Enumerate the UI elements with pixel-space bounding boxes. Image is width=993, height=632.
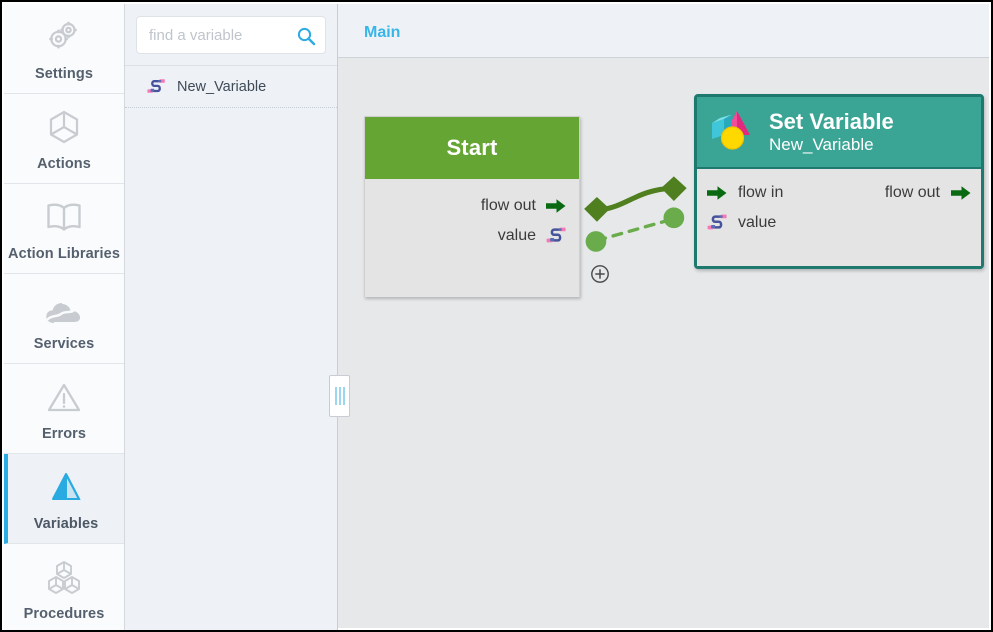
node-subtitle: New_Variable	[769, 134, 874, 154]
sidebar-item-label: Errors	[41, 426, 87, 442]
sidebar-item-action-libraries[interactable]: Action Libraries	[4, 184, 124, 274]
variable-icon[interactable]	[544, 225, 568, 247]
search-icon[interactable]	[296, 26, 316, 46]
cloud-icon	[43, 285, 85, 327]
variables-panel: New_Variable	[125, 4, 338, 630]
panel-resize-handle[interactable]	[329, 375, 350, 417]
left-navigation-sidebar: Settings Actions Action Libraries Servic…	[4, 4, 125, 630]
port-value-in[interactable]: value	[705, 208, 973, 238]
sidebar-item-label: Actions	[37, 156, 91, 172]
variable-icon[interactable]	[705, 212, 729, 234]
variable-icon	[145, 76, 167, 98]
plus-circle-icon[interactable]	[590, 264, 610, 284]
node-body: flow out value	[365, 179, 579, 297]
sidebar-item-label: Variables	[33, 516, 99, 532]
node-set-variable[interactable]: Set Variable New_Variable flow in flow o…	[694, 94, 984, 269]
handle-bar	[338, 387, 341, 405]
flow-connection	[584, 176, 687, 222]
flow-arrow-icon[interactable]	[949, 182, 973, 204]
node-title: Set Variable	[769, 108, 894, 134]
node-header: Set Variable New_Variable	[697, 97, 981, 169]
pyramid-icon	[46, 465, 86, 507]
sidebar-item-settings[interactable]: Settings	[4, 4, 124, 94]
flow-arrow-icon[interactable]	[705, 182, 729, 204]
tab-main[interactable]: Main	[364, 24, 400, 42]
canvas-area: Main Start flow out value Set Variable N…	[338, 4, 989, 628]
handle-bar	[334, 387, 337, 405]
port-flow-in[interactable]: flow in	[705, 182, 783, 204]
sidebar-item-label: Settings	[35, 66, 93, 82]
port-row-flow: flow in flow out	[705, 178, 973, 208]
gears-icon	[44, 15, 84, 57]
book-icon	[43, 195, 85, 237]
node-start[interactable]: Start flow out value	[364, 116, 580, 297]
node-title: Start	[446, 135, 498, 160]
port-label: flow out	[884, 184, 940, 201]
canvas-header: Main	[338, 4, 989, 58]
port-flow-out[interactable]: flow out	[365, 191, 579, 221]
search-container	[125, 4, 337, 65]
flow-arrow-icon[interactable]	[544, 195, 568, 217]
port-label: flow in	[738, 184, 784, 201]
variable-name: New_Variable	[177, 78, 267, 95]
port-label: value	[497, 227, 536, 244]
handle-bar	[342, 387, 345, 405]
node-header: Start	[365, 117, 579, 179]
list-item[interactable]: New_Variable	[125, 66, 337, 108]
sidebar-item-variables[interactable]: Variables	[4, 454, 124, 544]
shapes-icon	[707, 107, 757, 158]
variables-list: New_Variable	[125, 65, 337, 108]
application-window: Settings Actions Action Libraries Servic…	[0, 0, 993, 632]
port-label: value	[738, 214, 777, 231]
search-box[interactable]	[136, 16, 326, 54]
node-body: flow in flow out value	[697, 169, 981, 266]
node-title-block: Set Variable New_Variable	[769, 108, 894, 155]
sidebar-item-actions[interactable]: Actions	[4, 94, 124, 184]
value-connection	[585, 207, 685, 252]
flow-canvas[interactable]: Start flow out value Set Variable New_Va…	[338, 59, 989, 628]
port-flow-out[interactable]: flow out	[885, 182, 973, 204]
port-label: flow out	[480, 197, 536, 214]
cube-icon	[44, 105, 84, 147]
sidebar-item-services[interactable]: Services	[4, 274, 124, 364]
sidebar-item-label: Procedures	[23, 606, 105, 622]
sidebar-item-procedures[interactable]: Procedures	[4, 544, 124, 630]
port-value-out[interactable]: value	[365, 221, 579, 251]
sidebar-item-errors[interactable]: Errors	[4, 364, 124, 454]
sidebar-item-label: Services	[33, 336, 95, 352]
blocks-icon	[44, 555, 84, 597]
sidebar-item-label: Action Libraries	[8, 246, 120, 262]
warning-icon	[44, 375, 84, 417]
